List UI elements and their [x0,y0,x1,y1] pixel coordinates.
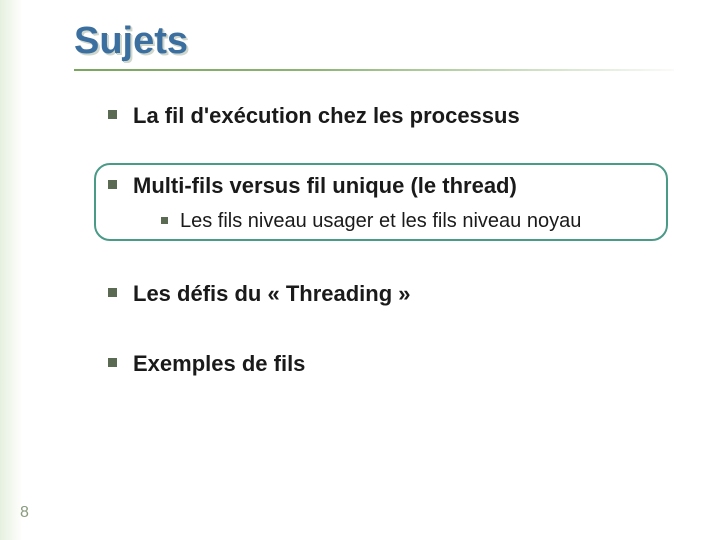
slide-container: Sujets La fil d'exécution chez les proce… [0,0,720,540]
bullet-text: Multi-fils versus fil unique (le thread) [133,171,670,201]
bullet-text: Exemples de fils [133,349,305,379]
slide-title: Sujets [74,20,680,63]
bullet-item-2: Multi-fils versus fil unique (le thread)… [108,171,670,236]
sub-bullet-item-1: Les fils niveau usager et les fils nivea… [161,208,670,235]
square-bullet-icon [108,180,117,189]
bullet-text: La fil d'exécution chez les processus [133,101,520,131]
square-bullet-icon [161,217,168,224]
bullet-text: Les défis du « Threading » [133,279,411,309]
square-bullet-icon [108,288,117,297]
title-underline [74,69,674,71]
page-number: 8 [20,504,29,522]
slide-content: La fil d'exécution chez les processus Mu… [80,101,680,379]
square-bullet-icon [108,358,117,367]
square-bullet-icon [108,110,117,119]
bullet-item-1: La fil d'exécution chez les processus [108,101,670,131]
bullet-item-3: Les défis du « Threading » [108,279,670,309]
sub-bullet-text: Les fils niveau usager et les fils nivea… [180,208,581,235]
bullet-item-4: Exemples de fils [108,349,670,379]
